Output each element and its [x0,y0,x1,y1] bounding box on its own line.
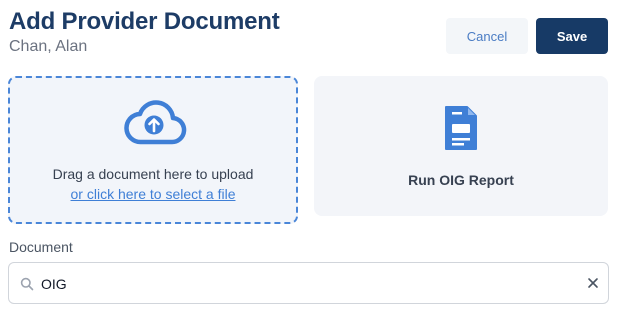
upload-dropzone[interactable]: Drag a document here to upload or click … [8,76,298,224]
document-search-input[interactable] [41,272,581,296]
page-title: Add Provider Document [9,8,280,35]
document-search-field[interactable] [8,262,609,304]
select-file-link[interactable]: or click here to select a file [10,186,296,202]
save-button[interactable]: Save [536,18,608,54]
upload-instructions: Drag a document here to upload [52,166,254,182]
run-oig-report-card[interactable]: Run OIG Report [314,76,608,216]
provider-name: Chan, Alan [9,38,88,55]
cloud-upload-icon [124,100,187,145]
document-icon [445,106,477,150]
close-icon[interactable] [586,276,600,290]
search-icon [20,277,34,291]
run-oig-report-label: Run OIG Report [408,172,514,188]
document-field-label: Document [9,239,73,255]
cancel-button[interactable]: Cancel [446,18,528,54]
